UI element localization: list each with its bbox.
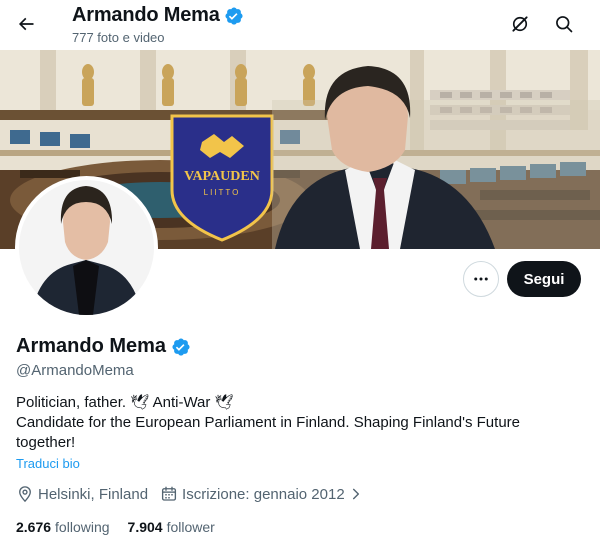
header-title: Armando Mema bbox=[72, 4, 220, 26]
verified-badge-icon[interactable] bbox=[171, 337, 191, 357]
followers-count: 7.904 bbox=[127, 519, 163, 535]
profile-stats: 2.676 following 7.904 follower bbox=[16, 519, 233, 535]
bio-line: Politician, father. 🕊 Anti-War 🕊 bbox=[16, 394, 234, 411]
bio-line: Candidate for the European Parliament in… bbox=[16, 414, 521, 431]
profile-joined[interactable]: Iscrizione: gennaio 2012 bbox=[160, 485, 363, 503]
translate-bio-link[interactable]: Traduci bio bbox=[16, 456, 80, 471]
chevron-right-icon bbox=[352, 488, 359, 500]
joined-text: Iscrizione: gennaio 2012 bbox=[182, 485, 345, 503]
following-label: following bbox=[55, 519, 110, 535]
profile-bio: Politician, father. 🕊 Anti-War 🕊 Candida… bbox=[16, 393, 576, 453]
followers-label: follower bbox=[166, 519, 215, 535]
grok-button[interactable] bbox=[502, 6, 538, 42]
following-count: 2.676 bbox=[16, 519, 52, 535]
arrow-left-icon bbox=[18, 17, 34, 31]
avatar-image bbox=[19, 180, 154, 315]
back-button[interactable] bbox=[8, 6, 44, 42]
profile-avatar[interactable] bbox=[15, 176, 158, 319]
profile-header: Armando Mema 777 foto e video bbox=[0, 0, 600, 50]
profile-meta: Helsinki, Finland Iscrizione: gennaio 20… bbox=[16, 485, 375, 503]
search-button[interactable] bbox=[546, 6, 582, 42]
verified-badge-icon bbox=[225, 6, 243, 25]
follow-button[interactable]: Segui bbox=[507, 261, 581, 297]
header-title-block: Armando Mema 777 foto e video bbox=[72, 4, 244, 45]
more-options-button[interactable] bbox=[463, 261, 499, 297]
profile-name-row: Armando Mema bbox=[16, 335, 191, 358]
calendar-icon bbox=[161, 486, 177, 501]
more-dots-icon bbox=[474, 277, 488, 281]
profile-name: Armando Mema bbox=[16, 335, 167, 357]
profile-handle: @ArmandoMema bbox=[16, 362, 134, 379]
search-icon bbox=[556, 16, 573, 33]
banner-badge-text: VAPAUDEN bbox=[184, 169, 260, 184]
banner-badge-subtext: LIITTO bbox=[204, 188, 241, 197]
followers-link[interactable]: 7.904 follower bbox=[128, 519, 215, 535]
location-text: Helsinki, Finland bbox=[38, 485, 149, 503]
header-subtitle: 777 foto e video bbox=[72, 30, 165, 45]
bio-line: together! bbox=[16, 434, 76, 451]
grok-icon bbox=[512, 16, 528, 32]
following-link[interactable]: 2.676 following bbox=[16, 519, 110, 535]
profile-location: Helsinki, Finland bbox=[16, 485, 148, 503]
location-pin-icon bbox=[19, 486, 31, 503]
